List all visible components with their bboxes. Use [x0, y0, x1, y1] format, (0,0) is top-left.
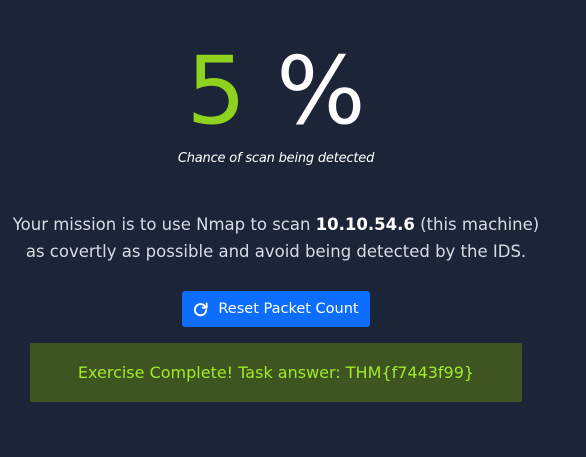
detection-stat: 5 % [0, 40, 552, 144]
mission-text: Your mission is to use Nmap to scan 10.1… [0, 211, 552, 265]
reset-packet-count-button[interactable]: Reset Packet Count [182, 291, 370, 327]
exercise-complete-alert: Exercise Complete! Task answer: THM{f744… [30, 343, 522, 402]
mission-prefix: Your mission is to use Nmap to scan [12, 215, 316, 234]
reset-button-label: Reset Packet Count [218, 301, 359, 317]
exercise-complete-text: Exercise Complete! Task answer: THM{f744… [77, 363, 475, 382]
percent-sign: % [276, 37, 366, 146]
mission-line-1: Your mission is to use Nmap to scan 10.1… [0, 211, 552, 238]
detection-percentage-value: 5 [186, 37, 247, 146]
mission-suffix: (this machine) [414, 215, 540, 234]
detection-caption: Chance of scan being detected [177, 151, 375, 166]
mission-line-2: as covertly as possible and avoid being … [25, 242, 527, 261]
refresh-icon [193, 302, 208, 317]
target-ip: 10.10.54.6 [315, 215, 415, 234]
